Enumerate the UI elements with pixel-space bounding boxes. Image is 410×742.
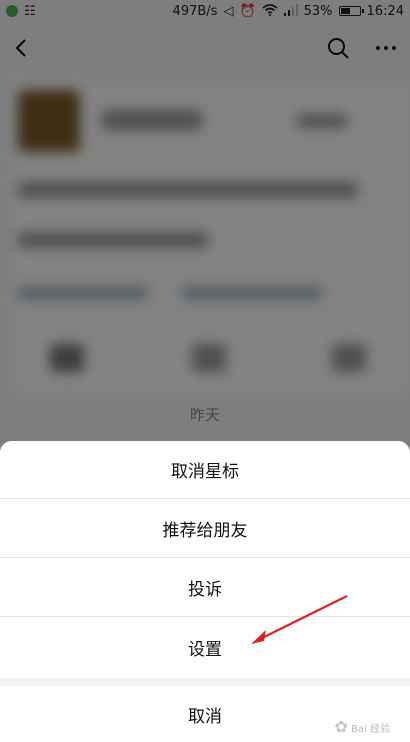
watermark-logo: ✿ Bai 经验 — [334, 717, 390, 736]
complain-button[interactable]: 投诉 — [0, 559, 410, 617]
settings-button[interactable]: 设置 — [0, 618, 410, 676]
sheet-divider — [0, 678, 410, 686]
recommend-to-friend-button[interactable]: 推荐给朋友 — [0, 500, 410, 558]
unstar-button[interactable]: 取消星标 — [0, 441, 410, 499]
action-sheet: 取消星标 推荐给朋友 投诉 设置 取消 — [0, 441, 410, 742]
